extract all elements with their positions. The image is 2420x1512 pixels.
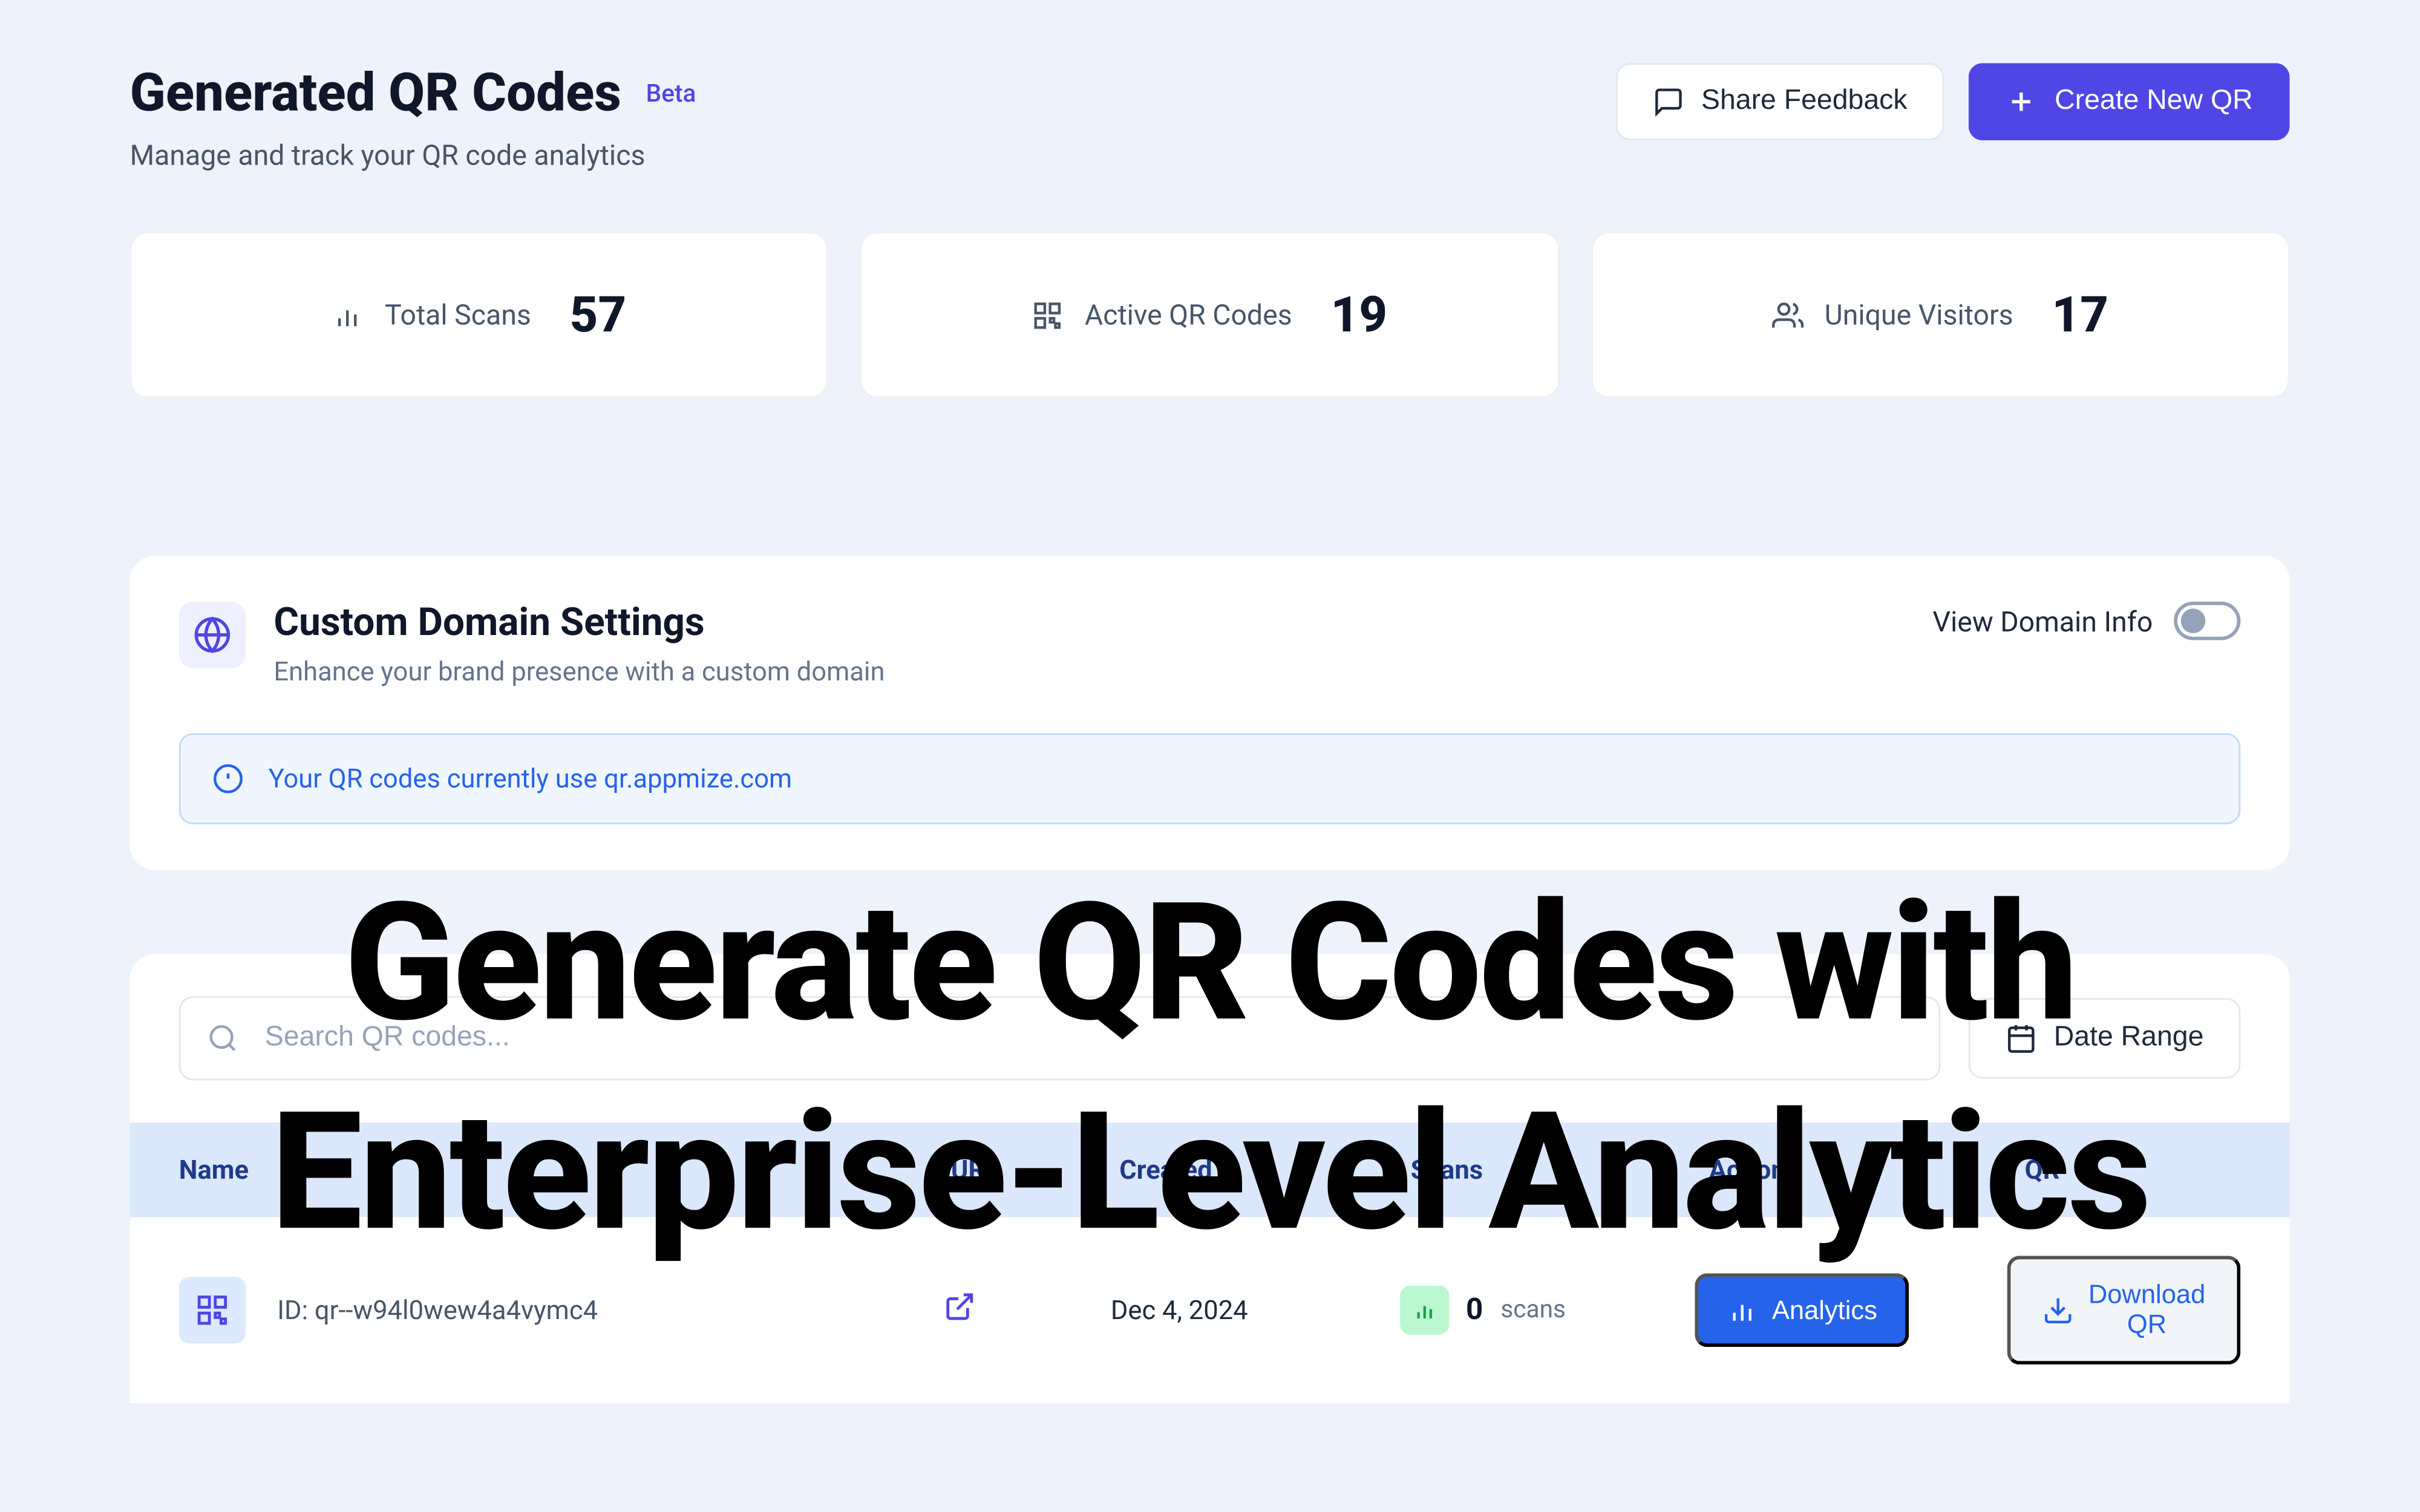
search-icon	[207, 1023, 238, 1054]
row-actions-cell: Analytics	[1695, 1273, 2007, 1347]
toggle-switch[interactable]	[2174, 602, 2240, 640]
page-subtitle: Manage and track your QR code analytics	[130, 138, 696, 172]
scans-count: 0	[1466, 1292, 1483, 1328]
scans-unit: scans	[1500, 1296, 1566, 1324]
title-row: Generated QR Codes Beta	[130, 63, 696, 125]
create-qr-button[interactable]: Create New QR	[1969, 63, 2289, 140]
view-domain-info-toggle[interactable]: View Domain Info	[1932, 602, 2240, 640]
row-id-text: ID: qr--w94l0wew4a4vymc4	[277, 1294, 598, 1326]
row-name-cell: ID: qr--w94l0wew4a4vymc4	[179, 1277, 944, 1343]
col-actions: Actions	[1709, 1154, 2025, 1185]
alert-circle-icon	[212, 763, 244, 795]
search-bar-panel: Date Range	[130, 954, 2290, 1123]
title-block: Generated QR Codes Beta Manage and track…	[130, 63, 696, 172]
stat-label: Total Scans	[385, 298, 531, 331]
stat-total-scans: Total Scans 57	[130, 232, 829, 399]
qr-code-icon	[1032, 299, 1064, 330]
row-scans-cell: 0 scans	[1399, 1286, 1695, 1335]
row-qr-cell: Download QR	[2007, 1256, 2240, 1364]
search-input[interactable]	[179, 996, 1940, 1080]
table-header: Name URL Created Scans Actions QR	[130, 1123, 2290, 1217]
domain-info-text: Your QR codes currently use qr.appmize.c…	[269, 763, 792, 795]
date-range-button[interactable]: Date Range	[1968, 998, 2241, 1078]
col-qr: QR	[2025, 1154, 2241, 1185]
download-qr-button[interactable]: Download QR	[2007, 1256, 2240, 1364]
analytics-label: Analytics	[1772, 1295, 1877, 1325]
domain-info-alert: Your QR codes currently use qr.appmize.c…	[179, 733, 2241, 824]
stat-value: 17	[2052, 286, 2108, 344]
bar-chart-icon	[1726, 1294, 1758, 1326]
calendar-icon	[2005, 1023, 2036, 1054]
download-icon	[2042, 1294, 2074, 1326]
share-feedback-button[interactable]: Share Feedback	[1615, 63, 1944, 140]
beta-badge: Beta	[646, 76, 696, 111]
col-name: Name	[179, 1154, 951, 1185]
panel-header: Custom Domain Settings Enhance your bran…	[179, 602, 2241, 688]
message-icon	[1652, 86, 1684, 117]
panel-subtitle: Enhance your brand presence with a custo…	[273, 656, 885, 688]
qr-thumbnail-icon	[179, 1277, 246, 1343]
globe-icon	[179, 602, 246, 668]
share-feedback-label: Share Feedback	[1701, 86, 1907, 117]
search-wrap	[179, 996, 1940, 1080]
analytics-button[interactable]: Analytics	[1695, 1273, 1909, 1347]
domain-settings-panel: Custom Domain Settings Enhance your bran…	[130, 556, 2290, 870]
toggle-label: View Domain Info	[1932, 604, 2153, 637]
page-header: Generated QR Codes Beta Manage and track…	[130, 63, 2290, 172]
external-link-icon[interactable]	[944, 1291, 975, 1322]
col-url: URL	[951, 1154, 1119, 1185]
panel-title: Custom Domain Settings	[273, 602, 885, 646]
stat-label: Active QR Codes	[1085, 298, 1292, 331]
col-scans: Scans	[1411, 1154, 1709, 1185]
stats-row: Total Scans 57 Active QR Codes 19 Unique…	[130, 232, 2290, 399]
download-label: Download QR	[2088, 1280, 2205, 1340]
stat-value: 19	[1330, 286, 1387, 344]
plus-icon	[2006, 86, 2037, 117]
stat-value: 57	[570, 286, 627, 344]
table-row: ID: qr--w94l0wew4a4vymc4 Dec 4, 2024 0 s…	[130, 1217, 2290, 1403]
stat-unique-visitors: Unique Visitors 17	[1591, 232, 2289, 399]
stat-active-qr: Active QR Codes 19	[860, 232, 1559, 399]
row-url-cell	[944, 1291, 1111, 1329]
stat-label: Unique Visitors	[1825, 298, 2013, 331]
page-title: Generated QR Codes	[130, 63, 621, 125]
users-icon	[1772, 299, 1804, 330]
date-range-label: Date Range	[2054, 1023, 2204, 1054]
header-actions: Share Feedback Create New QR	[1615, 63, 2290, 140]
scans-badge-icon	[1399, 1286, 1448, 1335]
create-qr-label: Create New QR	[2055, 86, 2252, 117]
col-created: Created	[1119, 1154, 1410, 1185]
bar-chart-icon	[332, 299, 364, 330]
row-created-cell: Dec 4, 2024	[1111, 1294, 1399, 1326]
